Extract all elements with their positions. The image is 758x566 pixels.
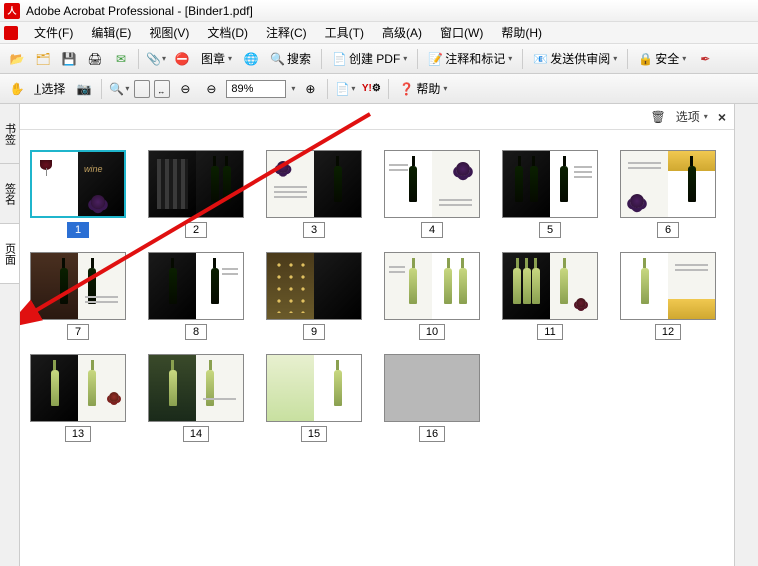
page-label: 11 (537, 324, 562, 340)
zoom-out-icon[interactable]: ⊖ (174, 78, 196, 100)
separator (321, 49, 322, 69)
save-icon[interactable]: 💾 (58, 48, 80, 70)
help-button[interactable]: ❓帮助▾ (395, 80, 451, 97)
page-label: 15 (301, 426, 327, 442)
page-label: 14 (183, 426, 209, 442)
menu-document[interactable]: 文档(D) (199, 22, 256, 43)
menu-edit[interactable]: 编辑(E) (83, 22, 139, 43)
search-button[interactable]: 🔍搜索 (266, 50, 315, 67)
page-thumb[interactable]: 16 (384, 354, 480, 442)
open-icon[interactable]: 📂 (6, 48, 28, 70)
acrobat-small-icon (4, 26, 18, 40)
fit-page-icon[interactable] (134, 80, 150, 98)
select-tool[interactable]: I̲选择 (32, 80, 69, 97)
page-label: 7 (67, 324, 89, 340)
pages-panel: 🗑 选项 ▾ × wine 1 (20, 104, 734, 566)
menu-advanced[interactable]: 高级(A) (374, 22, 430, 43)
side-tabs: 书签 签名 页面 (0, 104, 20, 566)
zoom-actual-icon[interactable]: ⊖ (200, 78, 222, 100)
separator (388, 79, 389, 99)
page-label: 2 (185, 222, 207, 238)
toolbar-primary: 📂 🗂 💾 🖨 ✉ 📎▾ ⛔ 图章▾ 🌐 🔍搜索 📄创建 PDF▾ 📝注释和标记… (0, 44, 758, 74)
annotate-button[interactable]: 📝注释和标记▾ (424, 50, 516, 67)
separator (101, 79, 102, 99)
menu-comments[interactable]: 注释(C) (258, 22, 315, 43)
email-icon[interactable]: ✉ (110, 48, 132, 70)
page-label: 1 (67, 222, 89, 238)
page-label: 13 (65, 426, 91, 442)
thumbnail-grid: wine 1 2 3 (20, 130, 734, 462)
menu-tools[interactable]: 工具(T) (317, 22, 372, 43)
security-button[interactable]: 🔒安全▾ (634, 50, 690, 67)
page-label: 9 (303, 324, 325, 340)
page-thumb[interactable]: 12 (620, 252, 716, 340)
page-thumb[interactable]: 13 (30, 354, 126, 442)
page-thumb[interactable]: 4 (384, 150, 480, 238)
menu-file[interactable]: 文件(F) (26, 22, 81, 43)
titlebar: Adobe Acrobat Professional - [Binder1.pd… (0, 0, 758, 22)
separator (138, 49, 139, 69)
yahoo-icon[interactable]: Y!⚙ (360, 78, 382, 100)
separator (627, 49, 628, 69)
menu-window[interactable]: 窗口(W) (432, 22, 491, 43)
menu-view[interactable]: 视图(V) (141, 22, 197, 43)
menu-help[interactable]: 帮助(H) (493, 22, 550, 43)
page-label: 10 (419, 324, 445, 340)
globe-icon[interactable]: 🌐 (240, 48, 262, 70)
separator (522, 49, 523, 69)
stamp-button[interactable]: 图章▾ (197, 50, 236, 67)
attach-icon[interactable]: 📎▾ (145, 48, 167, 70)
side-tab-signatures[interactable]: 签名 (0, 164, 19, 224)
page-thumb[interactable]: 3 (266, 150, 362, 238)
zoom-input[interactable] (226, 80, 286, 98)
page-thumb[interactable]: 8 (148, 252, 244, 340)
page-label: 5 (539, 222, 561, 238)
stop-icon[interactable]: ⛔ (171, 48, 193, 70)
page-thumb[interactable]: 10 (384, 252, 480, 340)
side-tab-pages[interactable]: 页面 (0, 224, 19, 284)
print-icon[interactable]: 🖨 (84, 48, 106, 70)
side-tab-bookmarks[interactable]: 书签 (0, 104, 19, 164)
page-label: 16 (419, 426, 445, 442)
zoom-plus-icon[interactable]: ⊕ (299, 78, 321, 100)
organizer-icon[interactable]: 🗂 (32, 48, 54, 70)
page-thumb[interactable]: 2 (148, 150, 244, 238)
zoom-in-icon[interactable]: 🔍▾ (108, 78, 130, 100)
camera-icon[interactable]: 📷 (73, 78, 95, 100)
acrobat-icon (4, 3, 20, 19)
create-pdf-button[interactable]: 📄创建 PDF▾ (328, 50, 411, 67)
app-title: Adobe Acrobat Professional - [Binder1.pd… (26, 4, 253, 18)
export-icon[interactable]: 📄▾ (334, 78, 356, 100)
page-label: 6 (657, 222, 679, 238)
menubar: 文件(F) 编辑(E) 视图(V) 文档(D) 注释(C) 工具(T) 高级(A… (0, 22, 758, 44)
page-thumb[interactable]: 11 (502, 252, 598, 340)
page-thumb[interactable]: 9 (266, 252, 362, 340)
fit-width-icon[interactable]: ↔ (154, 80, 170, 98)
separator (327, 79, 328, 99)
close-panel-button[interactable]: × (718, 109, 726, 125)
page-label: 8 (185, 324, 207, 340)
page-label: 3 (303, 222, 325, 238)
pages-panel-header: 🗑 选项 ▾ × (20, 104, 734, 130)
page-label: 12 (655, 324, 681, 340)
page-thumb[interactable]: 6 (620, 150, 716, 238)
page-thumb[interactable]: 15 (266, 354, 362, 442)
trash-icon[interactable]: 🗑 (651, 110, 666, 124)
zoom-dropdown[interactable]: ▾ (291, 84, 295, 93)
options-button[interactable]: 选项 ▾ (676, 108, 708, 125)
page-thumb[interactable]: wine 1 (30, 150, 126, 238)
page-label: 4 (421, 222, 443, 238)
page-thumb[interactable]: 14 (148, 354, 244, 442)
content-area: 书签 签名 页面 🗑 选项 ▾ × wine 1 (0, 104, 758, 566)
separator (417, 49, 418, 69)
page-thumb[interactable]: 7 (30, 252, 126, 340)
send-review-button[interactable]: 📧发送供审阅▾ (529, 50, 621, 67)
document-view-placeholder (734, 104, 758, 566)
toolbar-secondary: ✋ I̲选择 📷 🔍▾ ↔ ⊖ ⊖ ▾ ⊕ 📄▾ Y!⚙ ❓帮助▾ (0, 74, 758, 104)
sign-icon[interactable]: ✒ (694, 48, 716, 70)
page-thumb[interactable]: 5 (502, 150, 598, 238)
hand-tool-icon[interactable]: ✋ (6, 78, 28, 100)
